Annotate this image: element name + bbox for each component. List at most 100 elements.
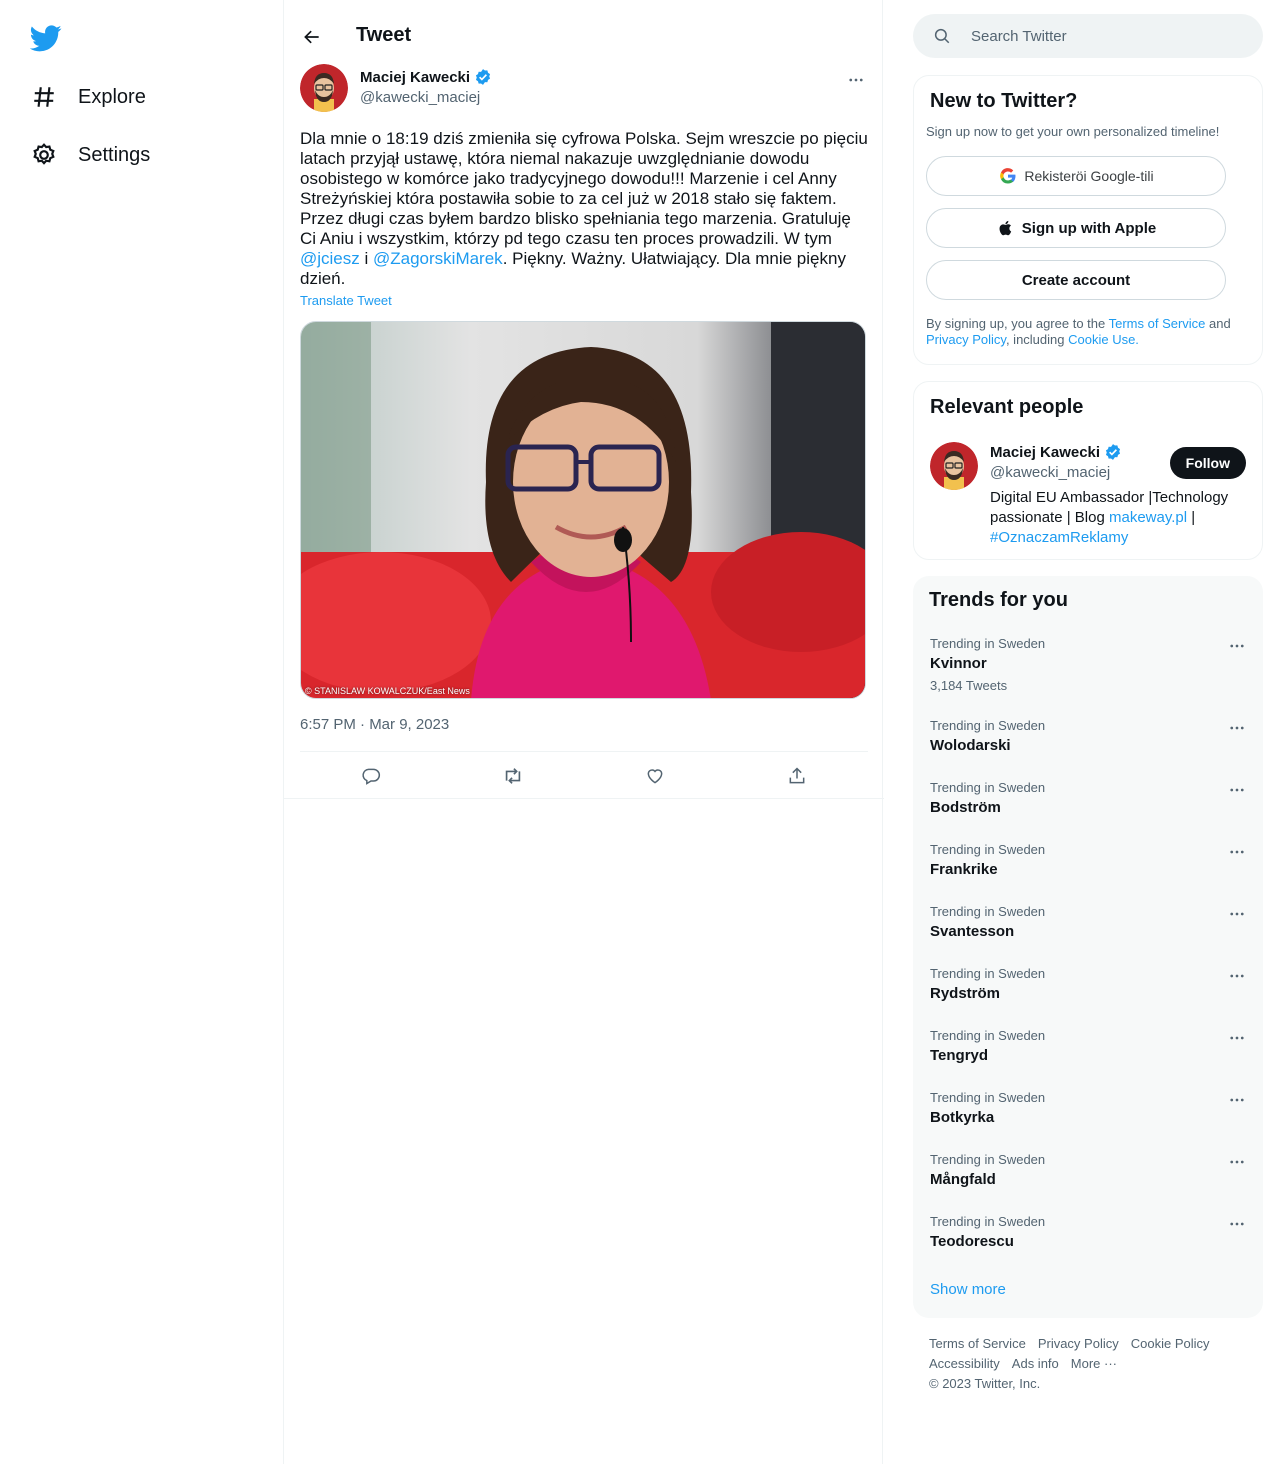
nav-explore[interactable]: Explore [30, 77, 146, 117]
reply-icon[interactable] [354, 759, 388, 793]
google-icon [998, 166, 1018, 186]
tweet-header: Tweet [284, 0, 884, 74]
person-name[interactable]: Maciej Kawecki [990, 443, 1122, 461]
trend-context: Trending in Sweden [930, 904, 1046, 919]
privacy-link[interactable]: Privacy Policy [926, 332, 1006, 347]
bio-link[interactable]: makeway.pl [1109, 509, 1187, 526]
author-name-text: Maciej Kawecki [360, 68, 471, 86]
more-options-icon[interactable] [1227, 718, 1247, 738]
footer-links-row: Terms of Service Privacy Policy Cookie Pol… [929, 1334, 1259, 1354]
footer-link[interactable]: Ads info [1012, 1356, 1059, 1371]
google-signup-button[interactable]: Rekisteröi Google-tili [926, 156, 1226, 196]
copyright: © 2023 Twitter, Inc. [929, 1376, 1041, 1391]
footer-links-row: Accessibility Ads info More ··· [929, 1354, 1259, 1374]
retweet-icon[interactable] [496, 759, 530, 793]
hashtag-icon [30, 83, 58, 111]
trend-context: Trending in Sweden [930, 842, 1046, 857]
share-icon[interactable] [780, 759, 814, 793]
trend-name: Frankrike [930, 861, 998, 878]
author-handle[interactable]: @kawecki_maciej [360, 89, 480, 106]
author-name[interactable]: Maciej Kawecki [360, 68, 492, 86]
show-more-link[interactable]: Show more [930, 1281, 1006, 1298]
person-handle[interactable]: @kawecki_maciej [990, 464, 1110, 481]
trend-name: Kvinnor [930, 655, 987, 672]
relevant-people-card: Relevant people Maciej Kawecki @kawecki_… [913, 381, 1263, 560]
footer-link[interactable]: Accessibility [929, 1356, 1000, 1371]
translate-tweet-link[interactable]: Translate Tweet [300, 293, 392, 308]
trend-name: Bodström [930, 799, 1001, 816]
trend-name: Svantesson [930, 923, 1015, 940]
footer-link[interactable]: Privacy Policy [1038, 1336, 1119, 1351]
footer-link[interactable]: Cookie Policy [1131, 1336, 1210, 1351]
trend-name: Botkyrka [930, 1109, 995, 1126]
trend-name: Wolodarski [930, 737, 1011, 754]
legal-text: By signing up, you agree to the [926, 316, 1109, 331]
trend-context: Trending in Sweden [930, 718, 1046, 733]
mention-link[interactable]: @jciesz [300, 249, 360, 268]
more-options-icon[interactable] [1227, 1090, 1247, 1110]
more-options-icon[interactable] [1227, 636, 1247, 656]
apple-signup-button[interactable]: Sign up with Apple [926, 208, 1226, 248]
avatar[interactable] [300, 64, 348, 112]
trend-context: Trending in Sweden [930, 1028, 1046, 1043]
more-options-icon[interactable] [1227, 1152, 1247, 1172]
trend-context: Trending in Sweden [930, 1090, 1046, 1105]
trend-context: Trending in Sweden [930, 780, 1046, 795]
page-title: Tweet [356, 24, 412, 46]
legal-text: and [1205, 316, 1231, 331]
terms-link[interactable]: Terms of Service [1109, 316, 1206, 331]
tweet-text-part: i [359, 249, 373, 268]
signup-title: New to Twitter? [930, 90, 1078, 112]
tweet-text: Dla mnie o 18:19 dziś zmieniła się cyfro… [300, 129, 868, 289]
cookie-link[interactable]: Cookie Use. [1068, 332, 1139, 347]
verified-badge-icon [1104, 443, 1122, 461]
bio-hashtag[interactable]: #OznaczamReklamy [990, 529, 1128, 546]
trend-name: Tengryd [930, 1047, 989, 1064]
search-input[interactable] [971, 27, 1231, 45]
more-options-icon[interactable] [844, 68, 868, 92]
tweet-image[interactable]: © STANISLAW KOWALCZUK/East News [300, 321, 866, 699]
more-options-icon[interactable] [1227, 1028, 1247, 1048]
nav-explore-label: Explore [78, 85, 146, 108]
tweet-timestamp[interactable]: 6:57 PM · Mar 9, 2023 [300, 716, 449, 733]
trend-context: Trending in Sweden [930, 1152, 1046, 1167]
person-name-text: Maciej Kawecki [990, 443, 1101, 461]
bio-text: | [1187, 509, 1196, 526]
back-arrow-icon[interactable] [298, 23, 326, 51]
tweet-text-part: Dla mnie o 18:19 dziś zmieniła się cyfro… [300, 129, 868, 248]
tweet-actions [300, 751, 868, 799]
create-account-button[interactable]: Create account [926, 260, 1226, 300]
apple-icon [996, 218, 1016, 238]
like-icon[interactable] [638, 759, 672, 793]
more-options-icon[interactable] [1227, 780, 1247, 800]
more-options-icon[interactable] [1227, 904, 1247, 924]
mention-link[interactable]: @ZagorskiMarek [373, 249, 503, 268]
create-account-label: Create account [1021, 271, 1131, 289]
trends-title: Trends for you [929, 589, 1068, 611]
footer-link[interactable]: More ··· [1071, 1356, 1117, 1371]
follow-button[interactable]: Follow [1169, 447, 1246, 479]
trend-context: Trending in Sweden [930, 966, 1046, 981]
nav-settings[interactable]: Settings [30, 135, 150, 175]
more-options-icon[interactable] [1227, 842, 1247, 862]
verified-badge-icon [474, 68, 492, 86]
tweet-author: Maciej Kawecki @kawecki_maciej [300, 64, 868, 114]
footer-link[interactable]: Terms of Service [929, 1336, 1026, 1351]
trends-card: Trends for you Trending in Sweden Kvinnor… [913, 576, 1263, 1318]
divider [284, 798, 884, 799]
image-credit: © STANISLAW KOWALCZUK/East News [305, 686, 470, 696]
signup-subtitle: Sign up now to get your own personalized… [926, 124, 1220, 139]
search-bar[interactable] [913, 14, 1263, 58]
trend-count: 3,184 Tweets [930, 678, 1008, 693]
left-sidebar: Explore Settings [0, 0, 283, 1464]
trend-context: Trending in Sweden [930, 636, 1046, 651]
signup-card: New to Twitter? Sign up now to get your … [913, 75, 1263, 365]
legal-text: , including [1005, 332, 1069, 347]
avatar[interactable] [930, 442, 978, 490]
signup-legal-text: By signing up, you agree to the Terms of… [926, 316, 1252, 348]
more-options-icon[interactable] [1227, 966, 1247, 986]
relevant-people-title: Relevant people [930, 396, 1084, 418]
twitter-logo-icon[interactable] [29, 22, 62, 54]
person-bio: Digital EU Ambassador |Technology passio… [990, 488, 1252, 548]
more-options-icon[interactable] [1227, 1214, 1247, 1234]
